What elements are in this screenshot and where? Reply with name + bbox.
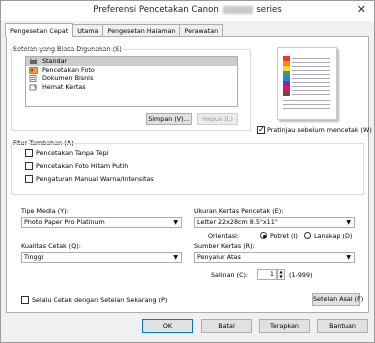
copies-label: Salinan (C): bbox=[211, 271, 249, 279]
print-quality-value: Tinggi bbox=[24, 253, 44, 261]
cancel-button[interactable]: Batal bbox=[201, 319, 252, 333]
landscape-label: Lanskap (D) bbox=[314, 232, 353, 240]
list-item[interactable]: Standar bbox=[26, 57, 237, 66]
borderless-printing-label: Pencetakan Tanpa Tepi bbox=[36, 149, 109, 157]
redacted-model-name bbox=[222, 5, 253, 14]
paper-source-select[interactable]: Penyalur Atas ▼ bbox=[194, 252, 355, 263]
paper-source-label: Sumber Kertas (R): bbox=[194, 242, 255, 250]
copies-range: (1-999) bbox=[289, 271, 313, 279]
paper-source-value: Penyalur Atas bbox=[197, 253, 241, 261]
delete-button[interactable]: Hapus (L) bbox=[197, 113, 238, 125]
photo-icon bbox=[29, 66, 38, 74]
grayscale-photo-label: Pencetakan Foto Hitam Putih bbox=[36, 162, 129, 170]
paper-size-label: Ukuran Kertas Pencetak (E): bbox=[194, 207, 284, 215]
copies-stepper[interactable]: ▲ ▼ bbox=[277, 269, 285, 280]
apply-button[interactable]: Terapkan bbox=[259, 319, 310, 333]
window-title: Preferensi Pencetakan Canon series bbox=[1, 5, 374, 15]
list-item[interactable]: Hemat Kertas bbox=[26, 83, 237, 92]
copies-input[interactable]: 1 bbox=[257, 269, 277, 280]
tab-quick-setup[interactable]: Pengesetan Cepat bbox=[5, 23, 74, 37]
media-type-select[interactable]: Photo Paper Pro Platinum ▼ bbox=[21, 217, 182, 228]
always-print-checkbox[interactable] bbox=[21, 296, 29, 304]
save-button[interactable]: Simpan (V)... bbox=[146, 113, 192, 125]
list-item-label: Standar bbox=[42, 57, 68, 65]
page-preview bbox=[277, 47, 337, 120]
title-prefix: Preferensi Pencetakan Canon bbox=[93, 5, 219, 15]
list-item-label: Dokumen Bisnis bbox=[42, 74, 94, 83]
grayscale-photo-checkbox[interactable] bbox=[25, 162, 33, 170]
title-suffix: series bbox=[256, 5, 282, 15]
common-settings-list[interactable]: Standar Pencetakan Foto Dokumen Bisnis H… bbox=[25, 56, 238, 107]
preview-image-icon bbox=[283, 56, 290, 96]
media-type-value: Photo Paper Pro Platinum bbox=[24, 218, 105, 226]
list-item-label: Hemat Kertas bbox=[42, 82, 86, 91]
document-icon bbox=[29, 75, 37, 82]
list-item[interactable]: Pencetakan Foto bbox=[26, 66, 237, 75]
copies-value: 1 bbox=[269, 270, 274, 278]
manual-color-checkbox[interactable] bbox=[25, 175, 33, 183]
media-type-label: Tipe Media (Y): bbox=[21, 207, 69, 215]
help-button[interactable]: Bantuan bbox=[317, 319, 368, 333]
chevron-down-icon: ▼ bbox=[346, 219, 351, 226]
ok-button[interactable]: OK bbox=[142, 319, 193, 333]
list-item[interactable]: Dokumen Bisnis bbox=[26, 74, 237, 83]
portrait-radio[interactable] bbox=[260, 232, 267, 239]
manual-color-label: Pengaturan Manual Warna/Intensitas bbox=[36, 175, 154, 183]
list-item-label: Pencetakan Foto bbox=[42, 65, 95, 74]
landscape-radio[interactable] bbox=[304, 232, 311, 239]
title-bar: Preferensi Pencetakan Canon series ✕ bbox=[1, 1, 374, 21]
chevron-down-icon: ▼ bbox=[346, 254, 351, 261]
print-quality-select[interactable]: Tinggi ▼ bbox=[21, 252, 182, 263]
portrait-label: Potret (I) bbox=[270, 232, 298, 240]
defaults-button[interactable]: Setelan Asal (F) bbox=[312, 293, 363, 306]
preview-checkbox[interactable] bbox=[257, 125, 265, 134]
chevron-down-icon[interactable]: ▼ bbox=[278, 274, 284, 280]
borderless-printing-checkbox[interactable] bbox=[25, 149, 33, 157]
paper-saving-icon bbox=[29, 83, 37, 91]
close-icon[interactable]: ✕ bbox=[357, 3, 366, 16]
always-print-label: Selalu Cetak dengan Setelan Sekarang (P) bbox=[32, 296, 168, 304]
chevron-down-icon: ▼ bbox=[173, 254, 178, 261]
chevron-down-icon: ▼ bbox=[173, 219, 178, 226]
paper-size-value: Letter 22x28cm 8.5"x11" bbox=[197, 218, 278, 226]
orientation-label: Orientasi: bbox=[208, 232, 240, 240]
printer-icon bbox=[30, 58, 37, 64]
printing-preferences-window: Preferensi Pencetakan Canon series ✕ Pen… bbox=[0, 0, 375, 343]
preview-checkbox-label: Pratinjau sebelum mencetak (W) bbox=[267, 126, 372, 134]
print-quality-label: Kualitas Cetak (Q): bbox=[21, 242, 81, 250]
paper-size-select[interactable]: Letter 22x28cm 8.5"x11" ▼ bbox=[194, 217, 355, 228]
